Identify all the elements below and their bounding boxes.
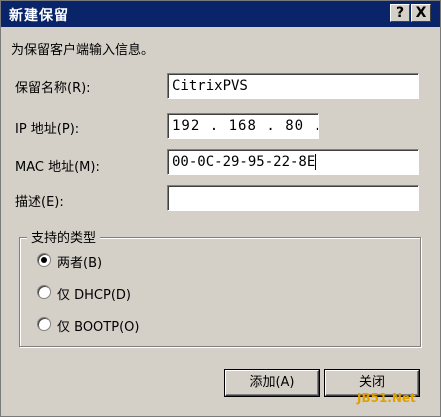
reservation-name-value: CitrixPVS	[172, 78, 248, 94]
ip-dot: .	[266, 118, 286, 134]
help-icon: ?	[395, 5, 405, 21]
radio-both[interactable]	[37, 253, 51, 267]
help-button[interactable]: ?	[390, 4, 410, 22]
mac-address-input[interactable]: 00-0C-29-95-22-8E	[167, 149, 419, 175]
description-label: 描述(E):	[15, 195, 64, 210]
dialog-title: 新建保留	[9, 8, 69, 24]
add-button[interactable]: 添加(A)	[225, 370, 319, 396]
ip-octet-3[interactable]: 80	[285, 118, 304, 134]
radio-both-label[interactable]: 两者(B)	[57, 252, 102, 271]
ip-dot: .	[209, 118, 229, 134]
watermark-text: JB51.Net	[357, 391, 416, 405]
ip-address-input[interactable]: 192 . 168 . 80 . 82	[167, 113, 319, 139]
radio-dhcp-only-label[interactable]: 仅 DHCP(D)	[57, 284, 131, 303]
radio-bootp-only[interactable]	[37, 317, 51, 331]
mac-address-label: MAC 地址(M):	[15, 160, 100, 175]
supported-types-title: 支持的类型	[27, 227, 101, 246]
ip-octet-2[interactable]: 168	[229, 118, 257, 134]
radio-bootp-only-label[interactable]: 仅 BOOTP(O)	[57, 316, 139, 335]
reservation-name-input[interactable]: CitrixPVS	[167, 73, 419, 99]
new-reservation-dialog: 新建保留 ? X 为保留客户端输入信息。 保留名称(R): CitrixPVS …	[0, 0, 441, 417]
ip-octet-1[interactable]: 192	[172, 118, 200, 134]
reservation-name-label: 保留名称(R):	[15, 81, 91, 96]
close-window-button[interactable]: X	[411, 4, 431, 22]
description-input[interactable]	[167, 185, 419, 211]
text-caret	[315, 154, 317, 170]
ip-dot: .	[313, 118, 318, 134]
ip-address-label: IP 地址(P):	[15, 122, 80, 137]
close-icon: X	[415, 5, 427, 21]
mac-address-value: 00-0C-29-95-22-8E	[172, 154, 316, 170]
radio-dhcp-only[interactable]	[37, 285, 51, 299]
intro-text: 为保留客户端输入信息。	[11, 43, 155, 58]
title-bar: 新建保留 ? X	[1, 1, 440, 27]
